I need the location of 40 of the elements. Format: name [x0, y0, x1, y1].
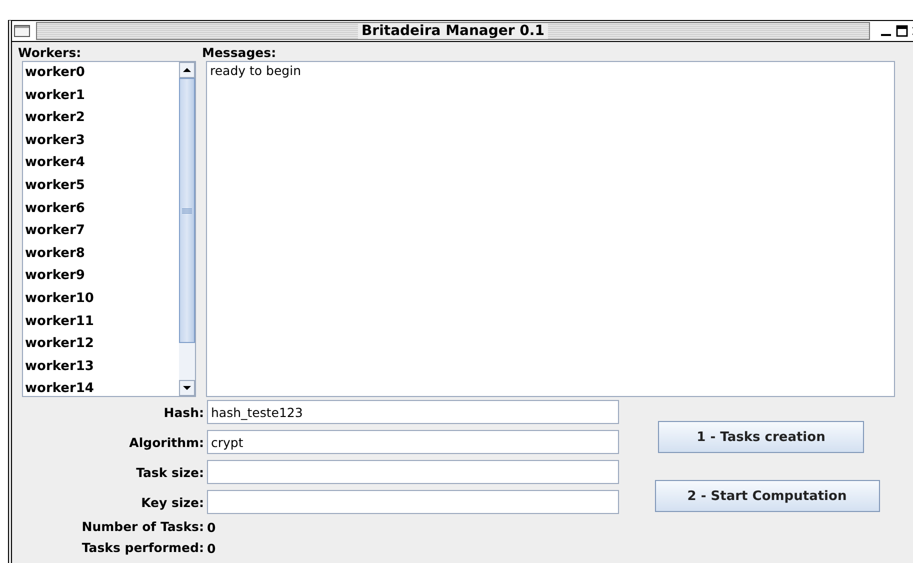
messages-area[interactable]: ready to begin — [206, 61, 895, 397]
action-button[interactable]: 1 - Tasks creation — [658, 421, 864, 453]
field-label: Algorithm: — [128, 434, 204, 450]
action-button[interactable]: 2 - Start Computation — [654, 480, 880, 512]
list-item[interactable]: worker6 — [23, 198, 179, 220]
list-item[interactable]: worker2 — [23, 107, 179, 130]
scroll-down-icon[interactable] — [179, 380, 195, 396]
list-item[interactable]: worker0 — [23, 62, 179, 85]
stat-label: Tasks performed: — [80, 540, 204, 556]
maximize-icon[interactable] — [896, 25, 908, 37]
field-label: Task size: — [135, 464, 204, 480]
input-field[interactable]: hash_teste123 — [207, 400, 619, 424]
stat-label: Number of Tasks: — [80, 519, 204, 535]
list-item[interactable]: worker4 — [23, 152, 179, 175]
list-item[interactable]: worker12 — [23, 333, 179, 356]
stat-value: 0 — [207, 541, 217, 556]
input-field[interactable]: crypt — [207, 430, 619, 454]
list-item[interactable]: worker13 — [23, 356, 179, 378]
list-label: Workers: — [18, 44, 82, 61]
list-item[interactable]: worker11 — [23, 310, 179, 334]
list-item[interactable]: worker9 — [23, 265, 179, 288]
list-item[interactable]: worker5 — [23, 174, 179, 198]
window-title: Britadeira Manager 0.1 — [358, 23, 548, 39]
stat-value: 0 — [207, 520, 217, 535]
field-label: Key size: — [140, 494, 204, 510]
scrollbar-thumb[interactable] — [179, 78, 195, 343]
list-item[interactable]: worker7 — [23, 220, 179, 243]
list-item[interactable]: worker1 — [23, 84, 179, 108]
messages-label: Messages: — [202, 44, 278, 61]
window-menu-icon[interactable] — [14, 25, 30, 37]
list-item[interactable]: worker3 — [23, 130, 179, 152]
list-item[interactable]: worker8 — [23, 242, 179, 266]
list-item[interactable]: worker10 — [23, 288, 179, 311]
workers-list[interactable]: worker0 worker1 worker2 worker3 worker4 worker5 worker6 worker7 worker8 worker9 worker10 worker11 worker12 worker13 worker14 — [22, 61, 196, 397]
input-field[interactable] — [207, 490, 619, 514]
message-text: ready to begin — [210, 63, 301, 78]
scroll-up-icon[interactable] — [179, 62, 195, 78]
list-item[interactable]: worker14 — [23, 378, 179, 396]
input-field[interactable] — [207, 460, 619, 484]
field-label: Hash: — [162, 404, 204, 420]
